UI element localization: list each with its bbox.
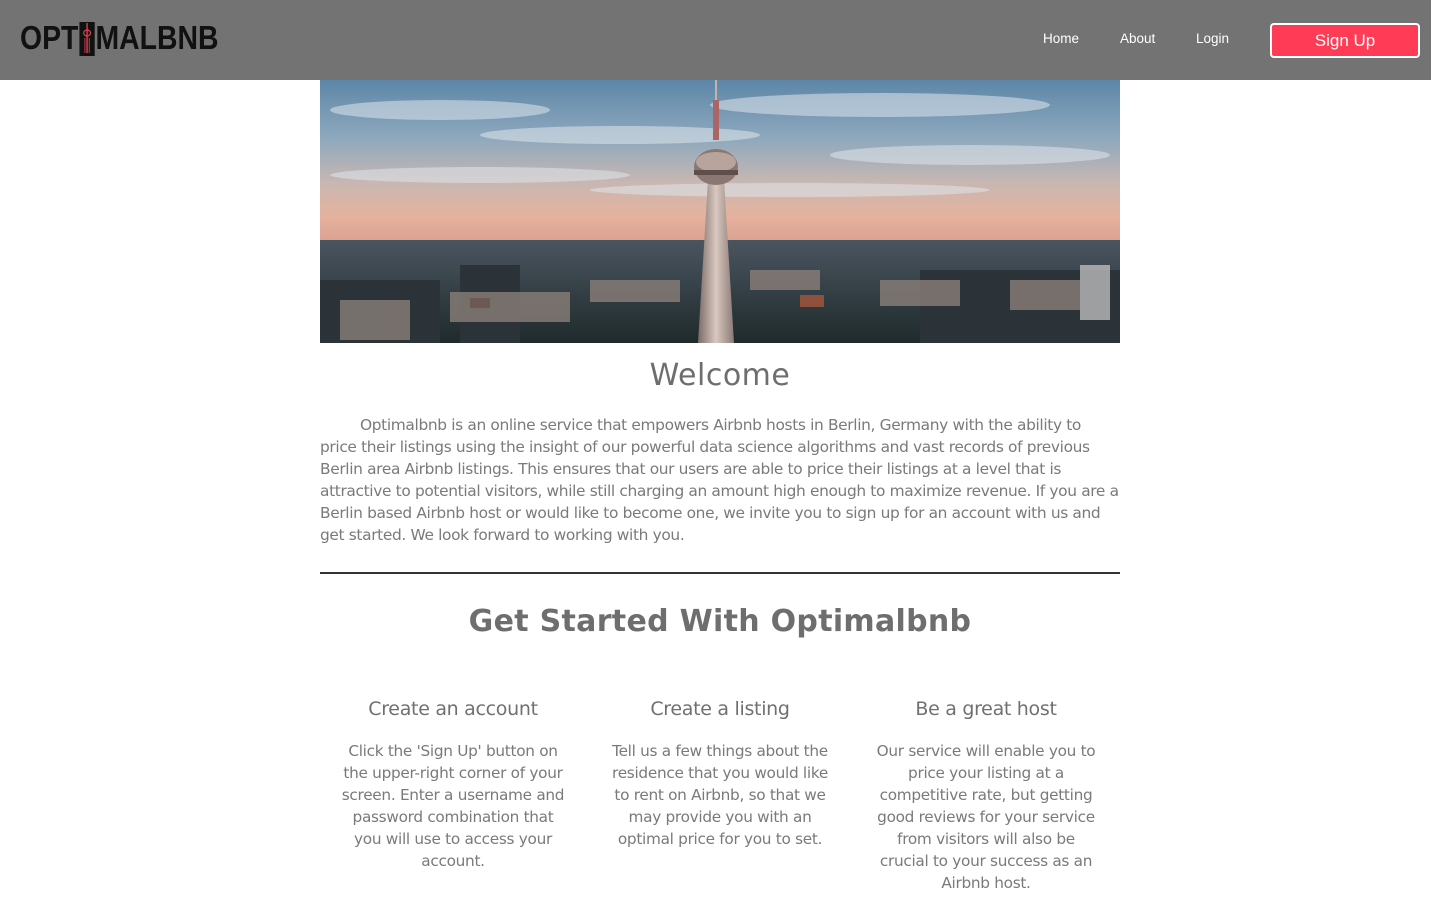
nav-home-link[interactable]: Home (1043, 31, 1079, 46)
nav-about-link[interactable]: About (1120, 31, 1155, 46)
logo-text-left: OPT (20, 19, 79, 56)
step-title: Create an account (368, 698, 538, 720)
top-navbar: OPT MALBNB Home About Login Sign Up (0, 0, 1431, 80)
step-card-create-account: Create an account Click the 'Sign Up' bu… (338, 698, 568, 872)
step-body: Tell us a few things about the residence… (612, 742, 828, 848)
welcome-paragraph: Optimalbnb is an online service that emp… (320, 416, 1119, 544)
section-divider (320, 572, 1120, 574)
step-body: Our service will enable you to price you… (876, 742, 1096, 892)
step-card-create-listing: Create a listing Tell us a few things ab… (605, 698, 835, 850)
step-title: Create a listing (650, 698, 790, 720)
step-title: Be a great host (915, 698, 1057, 720)
step-body: Click the 'Sign Up' button on the upper-… (341, 742, 565, 870)
get-started-heading: Get Started With Optimalbnb (468, 604, 972, 639)
welcome-heading: Welcome (649, 358, 791, 393)
sign-up-button[interactable]: Sign Up (1270, 23, 1420, 58)
hero-image (320, 80, 1120, 343)
nav-login-link[interactable]: Login (1196, 31, 1229, 46)
site-logo[interactable]: OPT MALBNB (20, 18, 219, 58)
step-card-great-host: Be a great host Our service will enable … (871, 698, 1101, 894)
logo-text-right: MALBNB (95, 19, 219, 56)
tv-tower-logo-icon (79, 20, 95, 56)
